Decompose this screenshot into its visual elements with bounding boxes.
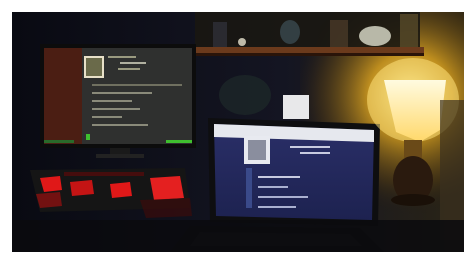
lamp-neck	[404, 140, 422, 158]
background-object	[219, 75, 271, 115]
taskbar-accent	[166, 140, 192, 143]
small-box	[283, 95, 309, 119]
wall-object	[440, 100, 464, 240]
shelf-figurine	[359, 26, 391, 46]
desk-surface	[12, 220, 464, 252]
monitor	[40, 44, 196, 158]
shelf	[192, 12, 424, 56]
photo-scene	[0, 0, 472, 261]
monitor-sidebar-panel	[44, 48, 82, 144]
